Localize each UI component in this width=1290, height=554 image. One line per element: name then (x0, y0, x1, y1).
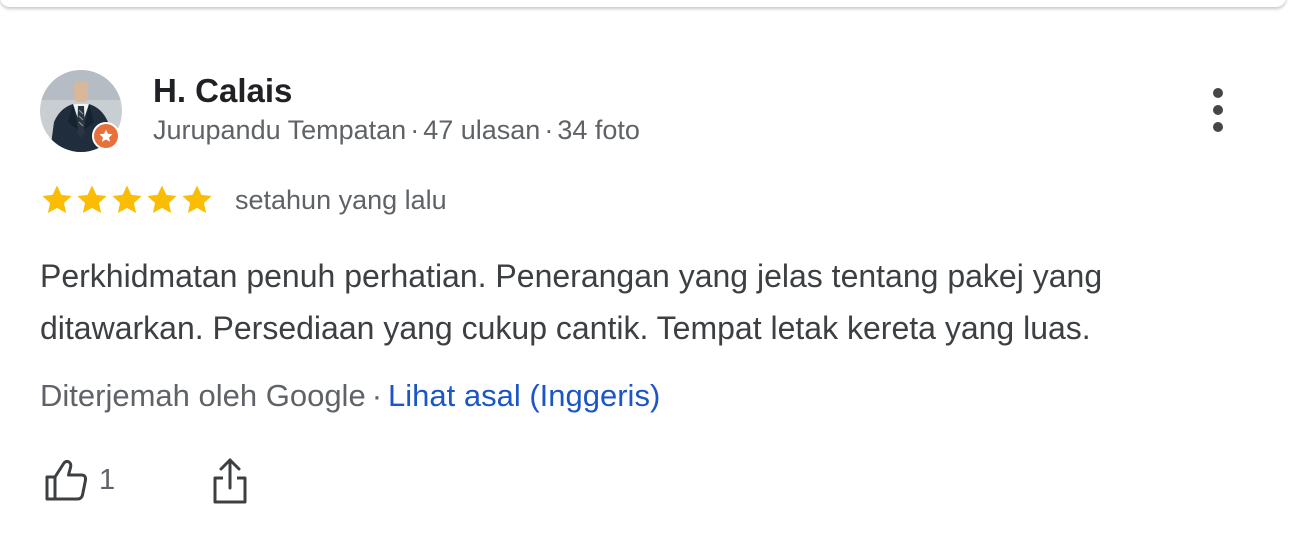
translation-separator: · (371, 378, 383, 413)
star-icon (182, 185, 212, 214)
thumb-up-icon (45, 459, 88, 501)
star-icon (42, 185, 72, 214)
star-icon (112, 185, 142, 214)
star-icon (77, 185, 107, 214)
author-review-count: 47 ulasan (423, 115, 541, 145)
meta-separator: · (410, 115, 420, 145)
author-meta: Jurupandu Tempatan · 47 ulasan · 34 foto (153, 115, 640, 146)
author-name[interactable]: H. Calais (153, 72, 292, 110)
like-button[interactable]: 1 (43, 456, 115, 504)
local-guide-badge (92, 122, 120, 150)
author-avatar[interactable] (40, 70, 122, 152)
local-guide-star-icon (99, 129, 113, 142)
share-icon (213, 458, 247, 504)
view-original-link[interactable]: Lihat asal (Inggeris) (388, 378, 660, 413)
more-vert-dot (1213, 105, 1223, 115)
more-vert-icon (1213, 88, 1223, 98)
more-options-button[interactable] (1196, 82, 1240, 138)
review-card: H. Calais Jurupandu Tempatan · 47 ulasan · 3… (0, 0, 1290, 554)
author-photo-count: 34 foto (557, 115, 640, 145)
meta-separator: · (544, 115, 554, 145)
review-time: setahun yang lalu (235, 185, 447, 215)
author-role: Jurupandu Tempatan (153, 115, 407, 145)
star-icon (147, 185, 177, 214)
share-button[interactable] (208, 456, 252, 506)
translated-by-label: Diterjemah oleh Google (40, 378, 366, 413)
more-vert-dot (1213, 122, 1223, 132)
like-count: 1 (99, 463, 116, 496)
star-rating (40, 183, 214, 217)
review-text: Perkhidmatan penuh perhatian. Penerangan… (40, 258, 1103, 346)
translation-note: Diterjemah oleh Google · Lihat asal (Ingge… (40, 378, 660, 414)
